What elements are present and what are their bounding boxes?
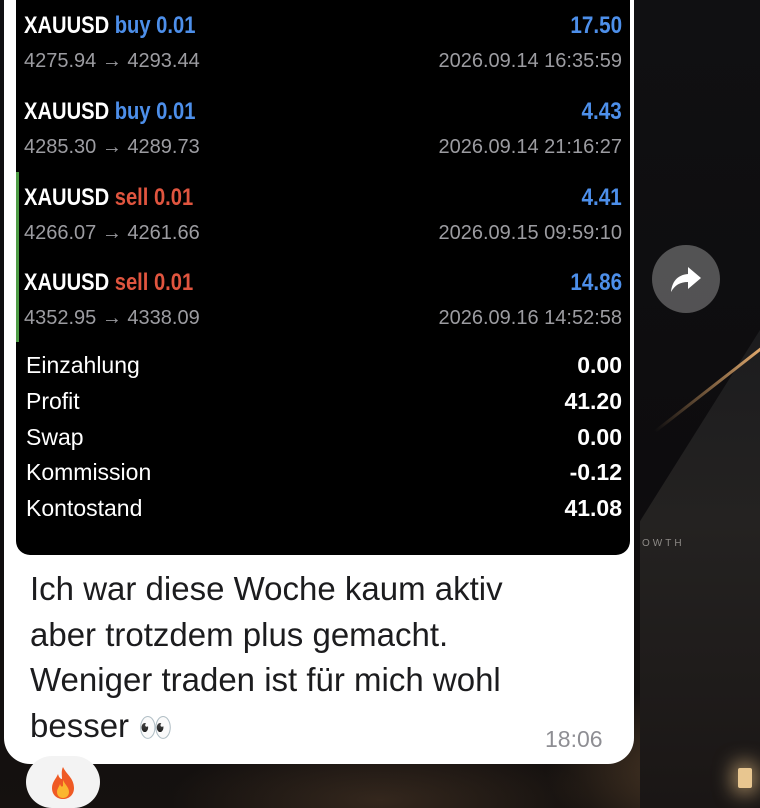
- message-timestamp: 18:06: [545, 726, 603, 752]
- message-line: besser 👀: [30, 706, 174, 744]
- trade-profit: 17.50: [570, 12, 622, 39]
- share-arrow-icon: [671, 267, 701, 292]
- summary-label: Profit: [26, 387, 80, 414]
- trade-profit: 4.43: [581, 98, 622, 125]
- message-text: Ich war diese Woche kaum aktiv aber trot…: [30, 566, 590, 750]
- trade-prices: 4285.30 → 4289.73: [24, 136, 200, 158]
- summary-row-profit: Profit 41.20: [26, 384, 622, 420]
- trade-prices: 4352.95 → 4338.09: [24, 307, 200, 329]
- reaction-badge[interactable]: [26, 756, 100, 808]
- message-line: Ich war diese Woche kaum aktiv: [30, 570, 503, 607]
- summary-value: 41.20: [564, 387, 622, 414]
- summary-label: Swap: [26, 423, 84, 450]
- trade-profit: 4.41: [581, 184, 622, 211]
- trade-direction: buy 0.01: [114, 98, 196, 125]
- trade-row: XAUUSD buy 0.01 17.50 4275.94 → 4293.44 …: [16, 0, 630, 85]
- trade-direction: buy 0.01: [114, 12, 196, 39]
- trade-time: 2026.09.14 16:35:59: [438, 50, 622, 72]
- summary-row-swap: Swap 0.00: [26, 420, 622, 456]
- message-bubble[interactable]: XAUUSD buy 0.01 17.50 4275.94 → 4293.44 …: [4, 0, 634, 764]
- trade-row: XAUUSD sell 0.01 14.86 4352.95 → 4338.09…: [16, 257, 630, 342]
- trade-time: 2026.09.14 21:16:27: [438, 136, 622, 158]
- trade-direction: sell 0.01: [114, 269, 194, 296]
- trade-row: XAUUSD buy 0.01 4.43 4285.30 → 4289.73 2…: [16, 86, 630, 171]
- summary-value: 0.00: [577, 352, 622, 378]
- message-line: aber trotzdem plus gemacht.: [30, 615, 449, 653]
- trade-time: 2026.09.15 09:59:10: [438, 222, 622, 244]
- trade-symbol: XAUUSD sell 0.01: [24, 269, 194, 296]
- trade-report-image[interactable]: XAUUSD buy 0.01 17.50 4275.94 → 4293.44 …: [16, 0, 630, 555]
- summary-row-commission: Kommission -0.12: [26, 455, 622, 491]
- background-lamp: [738, 768, 752, 788]
- trade-symbol: XAUUSD sell 0.01: [24, 184, 194, 211]
- trade-profit: 14.86: [570, 269, 622, 296]
- trade-symbol: XAUUSD buy 0.01: [24, 12, 196, 39]
- trade-prices: 4266.07 → 4261.66: [24, 222, 200, 244]
- trade-symbol: XAUUSD buy 0.01: [24, 98, 196, 125]
- summary-row-balance: Kontostand 41.08: [26, 491, 622, 527]
- message-line: Weniger traden ist für mich wohl: [30, 661, 501, 698]
- trade-time: 2026.09.16 14:52:58: [438, 307, 622, 329]
- summary-label: Kontostand: [26, 495, 143, 522]
- trade-direction: sell 0.01: [114, 184, 194, 211]
- summary-row-deposit: Einzahlung 0.00: [26, 348, 622, 384]
- summary-label: Kommission: [26, 459, 152, 486]
- summary-value: 0.00: [577, 423, 622, 450]
- summary-value: -0.12: [569, 459, 622, 486]
- flame-icon: [52, 767, 74, 799]
- summary-label: Einzahlung: [26, 352, 140, 378]
- forward-button[interactable]: [652, 245, 720, 313]
- account-summary: Einzahlung 0.00 Profit 41.20 Swap 0.00 K…: [26, 348, 622, 527]
- background-sign-text: OWTH: [642, 538, 685, 549]
- trade-prices: 4275.94 → 4293.44: [24, 50, 200, 72]
- trade-row: XAUUSD sell 0.01 4.41 4266.07 → 4261.66 …: [16, 172, 630, 257]
- summary-value: 41.08: [564, 495, 622, 522]
- eyes-emoji: 👀: [138, 711, 174, 743]
